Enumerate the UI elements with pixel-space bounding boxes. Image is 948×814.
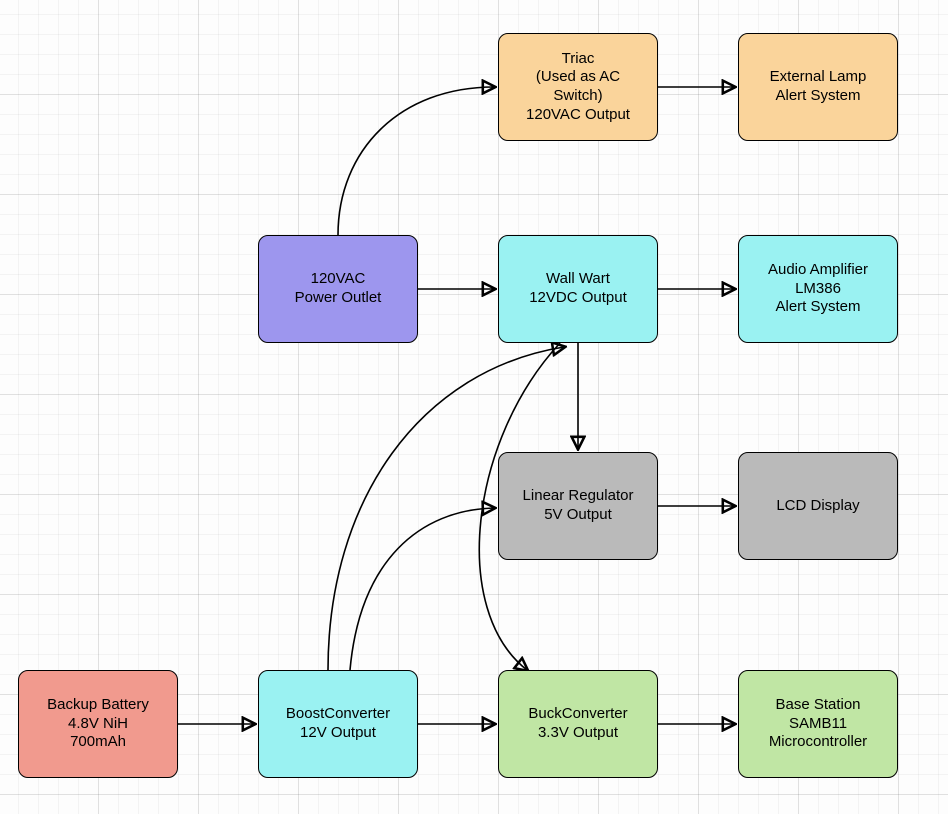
node-backup-battery: Backup Battery 4.8V NiH 700mAh [18, 670, 178, 778]
node-line: 12VDC Output [529, 289, 627, 308]
node-wall-wart: Wall Wart 12VDC Output [498, 235, 658, 343]
node-line: Switch) [553, 87, 602, 106]
node-audio-amp: Audio Amplifier LM386 Alert System [738, 235, 898, 343]
node-line: Base Station [775, 696, 860, 715]
node-line: LM386 [795, 280, 841, 299]
node-line: 3.3V Output [538, 724, 618, 743]
node-power-outlet: 120VAC Power Outlet [258, 235, 418, 343]
node-line: Linear Regulator [523, 487, 634, 506]
node-external-lamp: External Lamp Alert System [738, 33, 898, 141]
node-line: Wall Wart [546, 270, 610, 289]
node-line: (Used as AC [536, 68, 620, 87]
node-line: Alert System [775, 298, 860, 317]
node-line: Power Outlet [295, 289, 382, 308]
node-line: Backup Battery [47, 696, 149, 715]
node-line: 120VAC [311, 270, 366, 289]
node-boost-converter: BoostConverter 12V Output [258, 670, 418, 778]
diagram-stage: 120VAC Power Outlet Triac (Used as AC Sw… [0, 0, 948, 814]
node-line: LCD Display [776, 497, 859, 516]
node-lcd-display: LCD Display [738, 452, 898, 560]
node-line: External Lamp [770, 68, 867, 87]
node-line: 4.8V NiH [68, 715, 128, 734]
edge-power-outlet-triac [338, 87, 494, 235]
node-triac: Triac (Used as AC Switch) 120VAC Output [498, 33, 658, 141]
node-line: Audio Amplifier [768, 261, 868, 280]
node-line: 12V Output [300, 724, 376, 743]
node-line: Microcontroller [769, 733, 867, 752]
node-line: 700mAh [70, 733, 126, 752]
node-line: 120VAC Output [526, 106, 630, 125]
node-line: SAMB11 [789, 715, 847, 734]
edge-boost-linear-reg [350, 508, 494, 670]
node-line: 5V Output [544, 506, 612, 525]
node-line: BoostConverter [286, 705, 390, 724]
node-linear-regulator: Linear Regulator 5V Output [498, 452, 658, 560]
node-line: BuckConverter [528, 705, 627, 724]
node-buck-converter: BuckConverter 3.3V Output [498, 670, 658, 778]
node-base-station: Base Station SAMB11 Microcontroller [738, 670, 898, 778]
node-line: Alert System [775, 87, 860, 106]
node-line: Triac [562, 50, 595, 69]
